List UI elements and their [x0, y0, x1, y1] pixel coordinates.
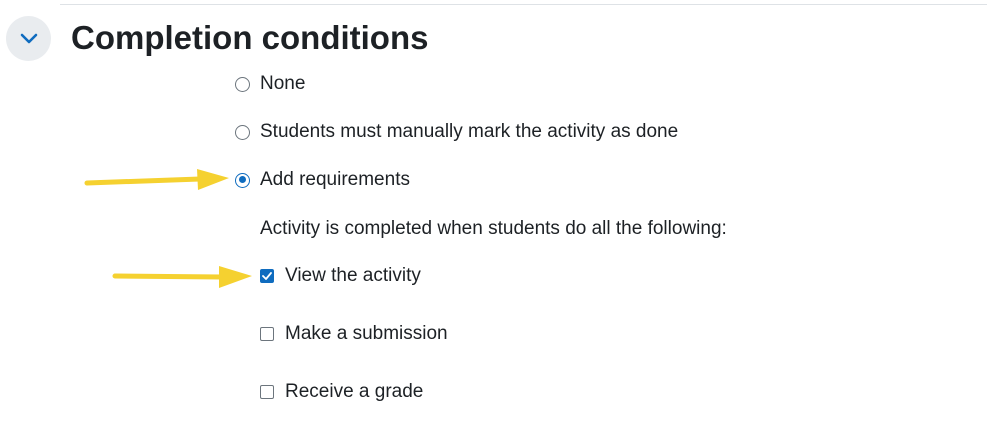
checkbox-view-activity[interactable]: [260, 269, 274, 283]
collapse-section-button[interactable]: [6, 16, 51, 61]
checkmark-icon: [262, 272, 272, 280]
radio-manual[interactable]: [235, 124, 250, 140]
radio-add-requirements[interactable]: [235, 172, 250, 188]
option-none-label[interactable]: None: [260, 73, 305, 95]
requirement-view-label[interactable]: View the activity: [285, 265, 421, 287]
requirements-intro: Activity is completed when students do a…: [260, 218, 727, 239]
option-manual-label[interactable]: Students must manually mark the activity…: [260, 121, 678, 143]
radio-none[interactable]: [235, 76, 250, 92]
requirement-view[interactable]: View the activity: [260, 262, 421, 290]
requirement-submission[interactable]: Make a submission: [260, 320, 448, 348]
requirement-grade-label[interactable]: Receive a grade: [285, 381, 423, 403]
option-add-requirements-label[interactable]: Add requirements: [260, 169, 410, 191]
option-add-requirements[interactable]: Add requirements: [235, 166, 410, 194]
chevron-down-icon: [20, 33, 37, 43]
option-manual[interactable]: Students must manually mark the activity…: [235, 118, 678, 146]
requirement-grade[interactable]: Receive a grade: [260, 378, 423, 406]
annotation-arrow-icon: [84, 169, 229, 190]
section-title: Completion conditions: [71, 19, 429, 56]
checkbox-make-submission[interactable]: [260, 327, 274, 341]
requirement-submission-label[interactable]: Make a submission: [285, 323, 448, 345]
annotation-arrow-icon: [112, 266, 252, 288]
option-none[interactable]: None: [235, 70, 305, 98]
section-divider: [60, 4, 987, 5]
checkbox-receive-grade[interactable]: [260, 385, 274, 399]
